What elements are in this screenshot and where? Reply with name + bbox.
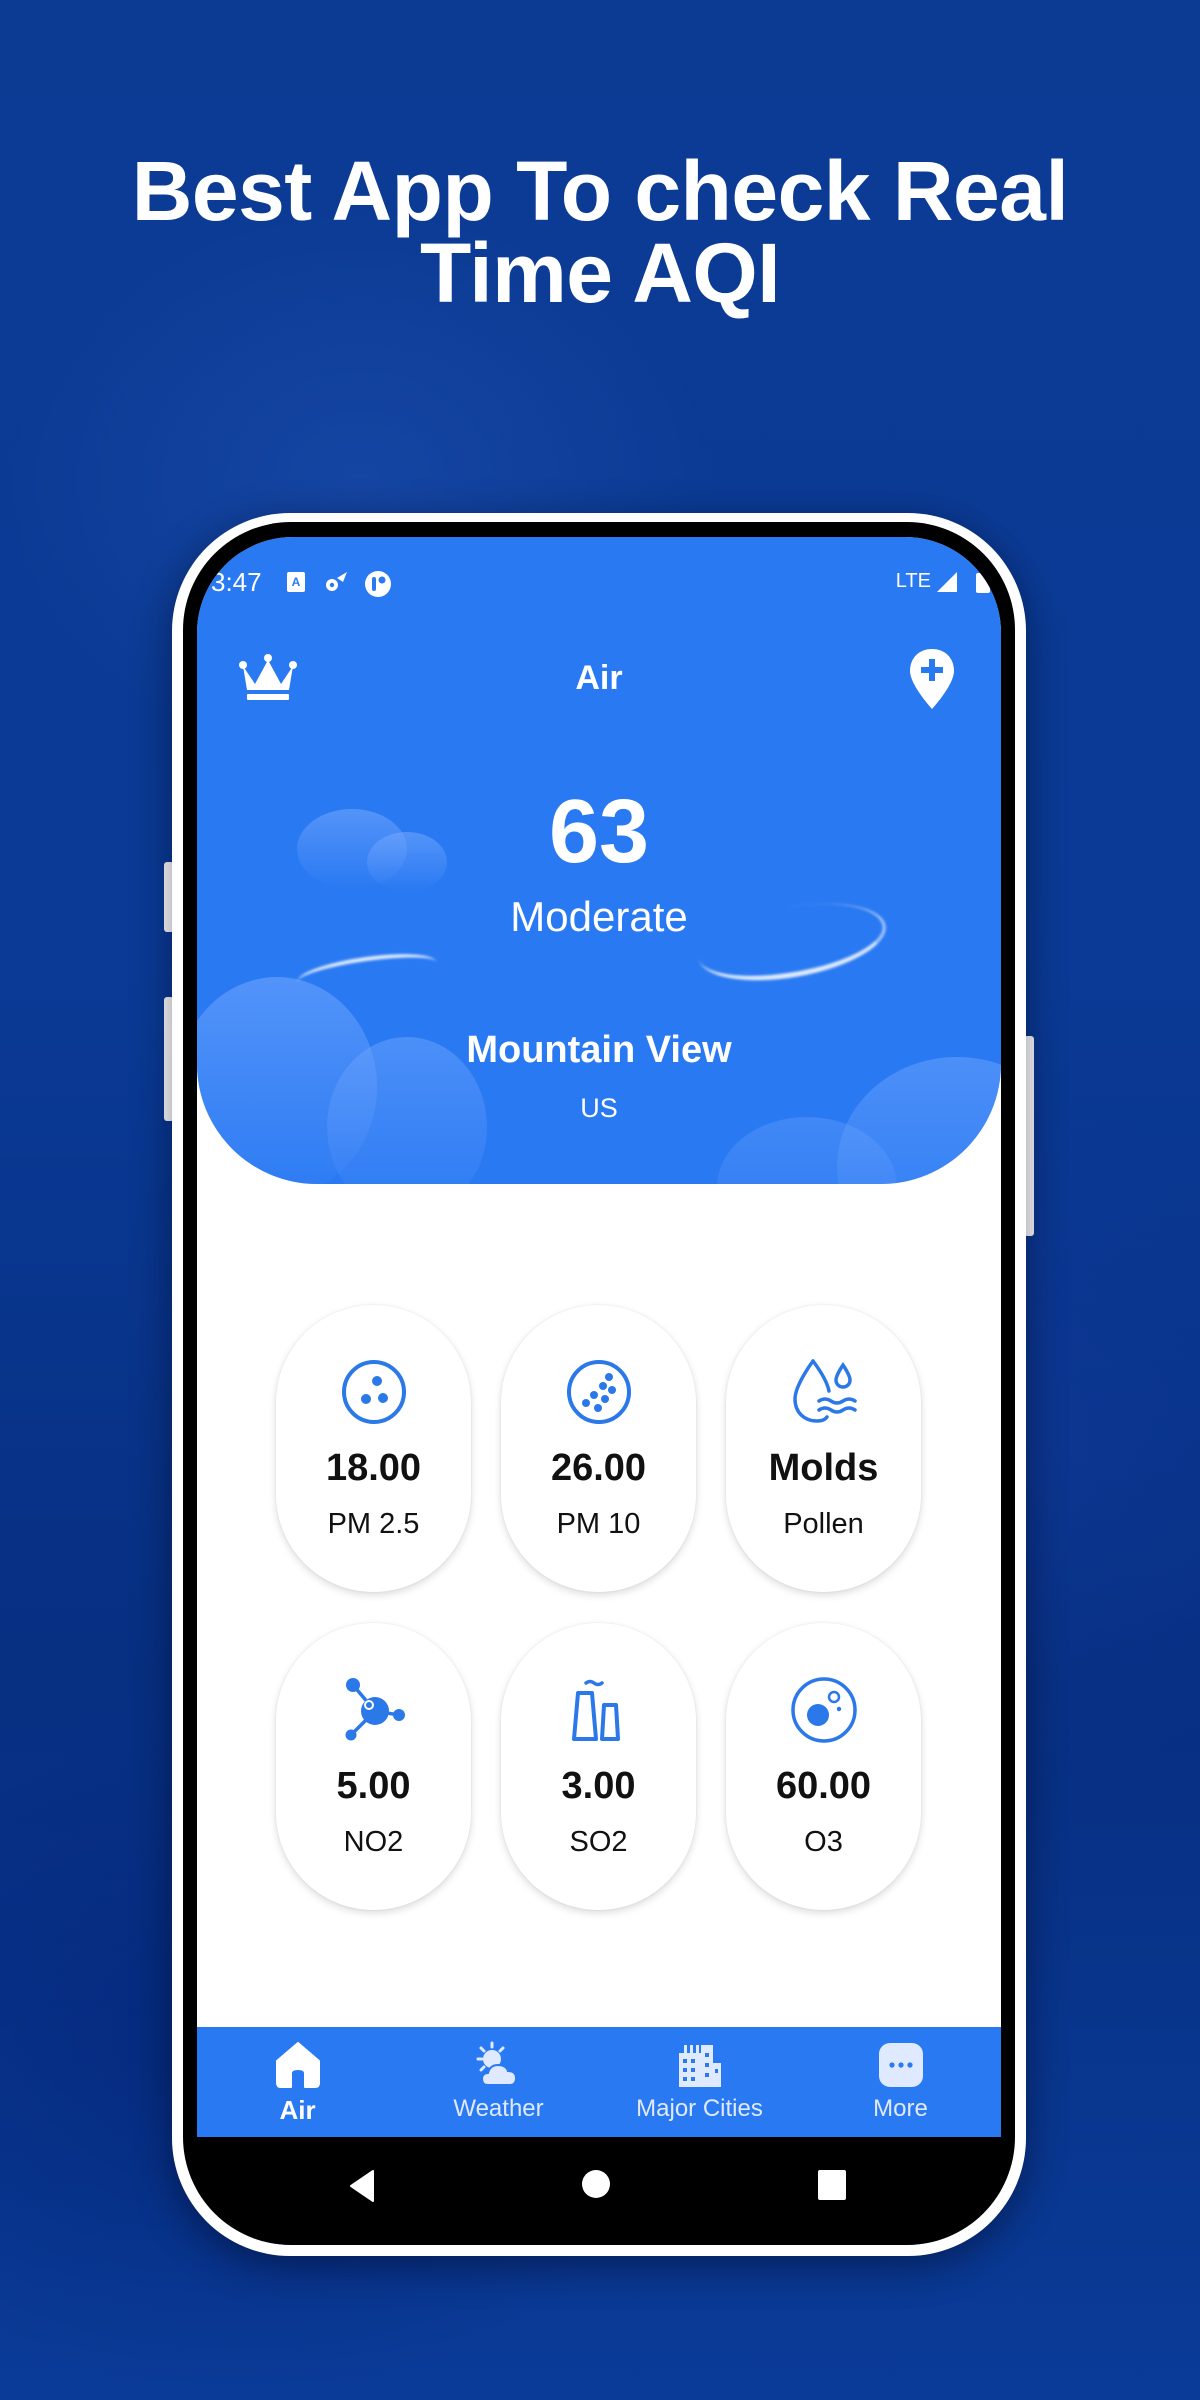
pollutant-value: Molds — [768, 1447, 879, 1489]
svg-text:A: A — [292, 575, 301, 589]
status-time: 3:47 — [211, 567, 262, 597]
nav-label: Air — [279, 2095, 316, 2125]
pollutant-value: 18.00 — [325, 1447, 422, 1489]
pollutant-card-pm10[interactable]: 26.00 PM 10 — [501, 1305, 696, 1592]
app-bar-title: Air — [575, 659, 623, 697]
nav-label: More — [873, 2095, 928, 2122]
home-icon — [275, 2042, 320, 2088]
pollutant-label: Pollen — [783, 1508, 864, 1540]
pollutant-label: PM 2.5 — [327, 1508, 420, 1540]
factory-icon — [571, 1679, 620, 1741]
nav-item-more[interactable]: More — [800, 2027, 1001, 2137]
pollutant-card-so2[interactable]: 3.00 SO2 — [501, 1623, 696, 1910]
pollutant-card-no2[interactable]: 5.00 NO2 — [276, 1623, 471, 1910]
city-name[interactable]: Mountain View — [197, 1029, 1001, 1072]
phone-frame: 3:47 A LTE Air 63 Moderate Mountain View… — [172, 513, 1026, 2256]
nav-label: Weather — [453, 2095, 544, 2122]
nav-item-weather[interactable]: Weather — [398, 2027, 599, 2137]
headline-line-1: Best App To check Real — [131, 144, 1069, 238]
pollutant-label: NO2 — [343, 1826, 404, 1858]
pollutant-card-pm25[interactable]: 18.00 PM 2.5 — [276, 1305, 471, 1592]
bottom-navigation: Air Weather Major Cities More — [197, 2027, 1001, 2137]
nav-label: Major Cities — [636, 2095, 763, 2122]
settings-wifi-icon — [326, 572, 347, 591]
phone-bezel: 3:47 A LTE Air 63 Moderate Mountain View… — [183, 522, 1015, 2245]
nav-item-major-cities[interactable]: Major Cities — [599, 2027, 800, 2137]
promo-headline: Best App To check Real Time AQI — [0, 144, 1200, 320]
pollutant-value: 26.00 — [550, 1447, 647, 1489]
headline-line-2: Time AQI — [419, 226, 781, 320]
weather-icon — [476, 2041, 517, 2086]
pollutant-value: 3.00 — [561, 1765, 636, 1807]
app-screen: 3:47 A LTE Air 63 Moderate Mountain View… — [197, 537, 1001, 2245]
country-code: US — [580, 1093, 618, 1123]
pm10-icon — [566, 1360, 631, 1424]
pollutant-card-pollen[interactable]: Molds Pollen — [726, 1305, 921, 1592]
pollutant-value: 60.00 — [775, 1765, 872, 1807]
aqi-header: 3:47 A LTE Air 63 Moderate Mountain View… — [197, 537, 1001, 1184]
city-icon — [678, 2045, 721, 2087]
pollen-drops-icon — [792, 1359, 857, 1423]
wind-swoosh — [295, 947, 439, 997]
aqi-value: 63 — [548, 782, 650, 882]
nav-item-air[interactable]: Air — [197, 2027, 398, 2137]
status-bar: 3:47 A LTE — [197, 567, 1001, 597]
aqi-status: Moderate — [510, 893, 688, 940]
pollutant-value: 5.00 — [336, 1765, 411, 1807]
recents-icon[interactable] — [817, 2169, 847, 2201]
system-navigation-bar — [197, 2137, 1001, 2245]
molecule-icon — [345, 1678, 405, 1741]
pollutant-label: PM 10 — [556, 1508, 641, 1540]
add-location-icon[interactable] — [908, 647, 956, 711]
network-type: LTE — [895, 570, 931, 592]
ozone-icon — [790, 1677, 857, 1743]
more-icon — [878, 2043, 923, 2087]
pollutant-label: SO2 — [569, 1826, 628, 1858]
pollutant-label: O3 — [804, 1826, 843, 1858]
pollutant-card-o3[interactable]: 60.00 O3 — [726, 1623, 921, 1910]
pm25-icon — [341, 1360, 406, 1424]
home-circle-icon[interactable] — [581, 2169, 611, 2199]
app-notification-icon — [365, 571, 391, 597]
back-icon[interactable] — [347, 2169, 379, 2203]
keyboard-a-icon: A — [287, 572, 305, 592]
signal-icon — [937, 572, 957, 592]
battery-icon — [976, 570, 990, 593]
